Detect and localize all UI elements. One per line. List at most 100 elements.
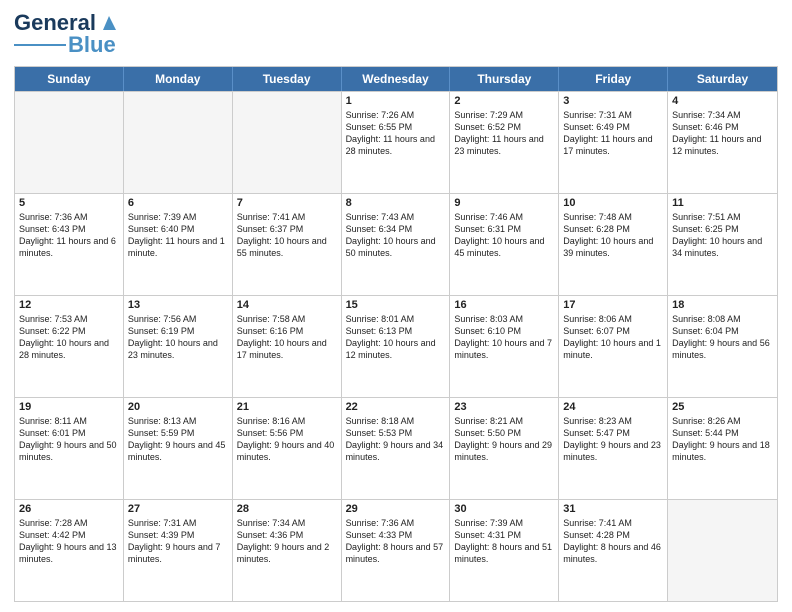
logo-icon	[98, 12, 120, 34]
calendar-cell: 22 Sunrise: 8:18 AM Sunset: 5:53 PM Dayli…	[342, 398, 451, 499]
calendar-cell: 12Sunrise: 7:53 AM Sunset: 6:22 PM Dayli…	[15, 296, 124, 397]
calendar-cell: 18 Sunrise: 8:08 AM Sunset: 6:04 PM Dayli…	[668, 296, 777, 397]
cell-info: Sunrise: 7:48 AM Sunset: 6:28 PM Dayligh…	[563, 211, 663, 260]
day-number: 30	[454, 503, 554, 515]
cell-info: Sunrise: 7:43 AM Sunset: 6:34 PM Dayligh…	[346, 211, 446, 260]
calendar-cell: 31 Sunrise: 7:41 AM Sunset: 4:28 PM Dayli…	[559, 500, 668, 601]
cell-info: Sunrise: 7:36 AM Sunset: 6:43 PM Dayligh…	[19, 211, 119, 260]
cell-info: Sunrise: 8:08 AM Sunset: 6:04 PM Dayligh…	[672, 313, 773, 362]
calendar-cell: 16 Sunrise: 8:03 AM Sunset: 6:10 PM Dayli…	[450, 296, 559, 397]
cell-info: Sunrise: 7:36 AM Sunset: 4:33 PM Dayligh…	[346, 517, 446, 566]
calendar-cell: 6 Sunrise: 7:39 AM Sunset: 6:40 PM Daylig…	[124, 194, 233, 295]
cell-info: Sunrise: 7:28 AM Sunset: 4:42 PM Dayligh…	[19, 517, 119, 566]
day-number: 15	[346, 299, 446, 311]
calendar-cell: 11Sunrise: 7:51 AM Sunset: 6:25 PM Dayli…	[668, 194, 777, 295]
cell-info: Sunrise: 7:41 AM Sunset: 4:28 PM Dayligh…	[563, 517, 663, 566]
day-number: 5	[19, 197, 119, 209]
calendar-cell	[15, 92, 124, 193]
calendar-cell: 23Sunrise: 8:21 AM Sunset: 5:50 PM Dayli…	[450, 398, 559, 499]
calendar-cell: 19 Sunrise: 8:11 AM Sunset: 6:01 PM Dayli…	[15, 398, 124, 499]
calendar-cell: 1 Sunrise: 7:26 AM Sunset: 6:55 PM Daylig…	[342, 92, 451, 193]
day-number: 31	[563, 503, 663, 515]
calendar-row: 19 Sunrise: 8:11 AM Sunset: 6:01 PM Dayli…	[15, 397, 777, 499]
day-number: 27	[128, 503, 228, 515]
calendar-header-cell: Thursday	[450, 67, 559, 91]
day-number: 24	[563, 401, 663, 413]
calendar-body: 1 Sunrise: 7:26 AM Sunset: 6:55 PM Daylig…	[15, 91, 777, 601]
calendar-header-cell: Friday	[559, 67, 668, 91]
calendar-cell: 3 Sunrise: 7:31 AM Sunset: 6:49 PM Daylig…	[559, 92, 668, 193]
calendar-cell: 27Sunrise: 7:31 AM Sunset: 4:39 PM Dayli…	[124, 500, 233, 601]
cell-info: Sunrise: 7:39 AM Sunset: 4:31 PM Dayligh…	[454, 517, 554, 566]
cell-info: Sunrise: 8:16 AM Sunset: 5:56 PM Dayligh…	[237, 415, 337, 464]
day-number: 28	[237, 503, 337, 515]
day-number: 3	[563, 95, 663, 107]
calendar-row: 26 Sunrise: 7:28 AM Sunset: 4:42 PM Dayli…	[15, 499, 777, 601]
cell-info: Sunrise: 7:39 AM Sunset: 6:40 PM Dayligh…	[128, 211, 228, 260]
calendar-row: 5 Sunrise: 7:36 AM Sunset: 6:43 PM Daylig…	[15, 193, 777, 295]
cell-info: Sunrise: 7:58 AM Sunset: 6:16 PM Dayligh…	[237, 313, 337, 362]
day-number: 22	[346, 401, 446, 413]
cell-info: Sunrise: 7:56 AM Sunset: 6:19 PM Dayligh…	[128, 313, 228, 362]
calendar-cell	[124, 92, 233, 193]
day-number: 16	[454, 299, 554, 311]
header: General Blue	[14, 10, 778, 58]
logo-text-blue: Blue	[68, 32, 116, 58]
day-number: 9	[454, 197, 554, 209]
day-number: 8	[346, 197, 446, 209]
cell-info: Sunrise: 8:03 AM Sunset: 6:10 PM Dayligh…	[454, 313, 554, 362]
day-number: 13	[128, 299, 228, 311]
calendar-header-cell: Monday	[124, 67, 233, 91]
calendar-cell: 28 Sunrise: 7:34 AM Sunset: 4:36 PM Dayli…	[233, 500, 342, 601]
day-number: 21	[237, 401, 337, 413]
calendar-cell: 2 Sunrise: 7:29 AM Sunset: 6:52 PM Daylig…	[450, 92, 559, 193]
cell-info: Sunrise: 8:06 AM Sunset: 6:07 PM Dayligh…	[563, 313, 663, 362]
cell-info: Sunrise: 8:11 AM Sunset: 6:01 PM Dayligh…	[19, 415, 119, 464]
calendar-row: 1 Sunrise: 7:26 AM Sunset: 6:55 PM Daylig…	[15, 91, 777, 193]
calendar-header: SundayMondayTuesdayWednesdayThursdayFrid…	[15, 67, 777, 91]
day-number: 6	[128, 197, 228, 209]
calendar-cell: 29 Sunrise: 7:36 AM Sunset: 4:33 PM Dayli…	[342, 500, 451, 601]
calendar-cell: 20Sunrise: 8:13 AM Sunset: 5:59 PM Dayli…	[124, 398, 233, 499]
cell-info: Sunrise: 8:21 AM Sunset: 5:50 PM Dayligh…	[454, 415, 554, 464]
calendar-header-cell: Tuesday	[233, 67, 342, 91]
cell-info: Sunrise: 7:34 AM Sunset: 6:46 PM Dayligh…	[672, 109, 773, 158]
calendar-cell: 30 Sunrise: 7:39 AM Sunset: 4:31 PM Dayli…	[450, 500, 559, 601]
cell-info: Sunrise: 8:18 AM Sunset: 5:53 PM Dayligh…	[346, 415, 446, 464]
day-number: 26	[19, 503, 119, 515]
cell-info: Sunrise: 8:13 AM Sunset: 5:59 PM Dayligh…	[128, 415, 228, 464]
page-container: General Blue SundayMondayTuesdayWednesda…	[0, 0, 792, 612]
day-number: 29	[346, 503, 446, 515]
cell-info: Sunrise: 8:26 AM Sunset: 5:44 PM Dayligh…	[672, 415, 773, 464]
cell-info: Sunrise: 7:26 AM Sunset: 6:55 PM Dayligh…	[346, 109, 446, 158]
day-number: 17	[563, 299, 663, 311]
cell-info: Sunrise: 7:29 AM Sunset: 6:52 PM Dayligh…	[454, 109, 554, 158]
calendar-cell: 17 Sunrise: 8:06 AM Sunset: 6:07 PM Dayli…	[559, 296, 668, 397]
cell-info: Sunrise: 8:01 AM Sunset: 6:13 PM Dayligh…	[346, 313, 446, 362]
day-number: 18	[672, 299, 773, 311]
calendar-cell: 24 Sunrise: 8:23 AM Sunset: 5:47 PM Dayli…	[559, 398, 668, 499]
calendar-header-cell: Sunday	[15, 67, 124, 91]
cell-info: Sunrise: 7:46 AM Sunset: 6:31 PM Dayligh…	[454, 211, 554, 260]
calendar-cell: 14 Sunrise: 7:58 AM Sunset: 6:16 PM Dayli…	[233, 296, 342, 397]
day-number: 14	[237, 299, 337, 311]
day-number: 25	[672, 401, 773, 413]
day-number: 2	[454, 95, 554, 107]
day-number: 7	[237, 197, 337, 209]
calendar-cell: 5 Sunrise: 7:36 AM Sunset: 6:43 PM Daylig…	[15, 194, 124, 295]
day-number: 19	[19, 401, 119, 413]
calendar-cell: 15 Sunrise: 8:01 AM Sunset: 6:13 PM Dayli…	[342, 296, 451, 397]
day-number: 1	[346, 95, 446, 107]
logo: General Blue	[14, 10, 120, 58]
cell-info: Sunrise: 7:31 AM Sunset: 6:49 PM Dayligh…	[563, 109, 663, 158]
day-number: 12	[19, 299, 119, 311]
calendar: SundayMondayTuesdayWednesdayThursdayFrid…	[14, 66, 778, 602]
calendar-cell: 8 Sunrise: 7:43 AM Sunset: 6:34 PM Daylig…	[342, 194, 451, 295]
cell-info: Sunrise: 8:23 AM Sunset: 5:47 PM Dayligh…	[563, 415, 663, 464]
calendar-row: 12Sunrise: 7:53 AM Sunset: 6:22 PM Dayli…	[15, 295, 777, 397]
calendar-cell: 25 Sunrise: 8:26 AM Sunset: 5:44 PM Dayli…	[668, 398, 777, 499]
day-number: 11	[672, 197, 773, 209]
day-number: 10	[563, 197, 663, 209]
calendar-cell: 4Sunrise: 7:34 AM Sunset: 6:46 PM Daylig…	[668, 92, 777, 193]
cell-info: Sunrise: 7:34 AM Sunset: 4:36 PM Dayligh…	[237, 517, 337, 566]
